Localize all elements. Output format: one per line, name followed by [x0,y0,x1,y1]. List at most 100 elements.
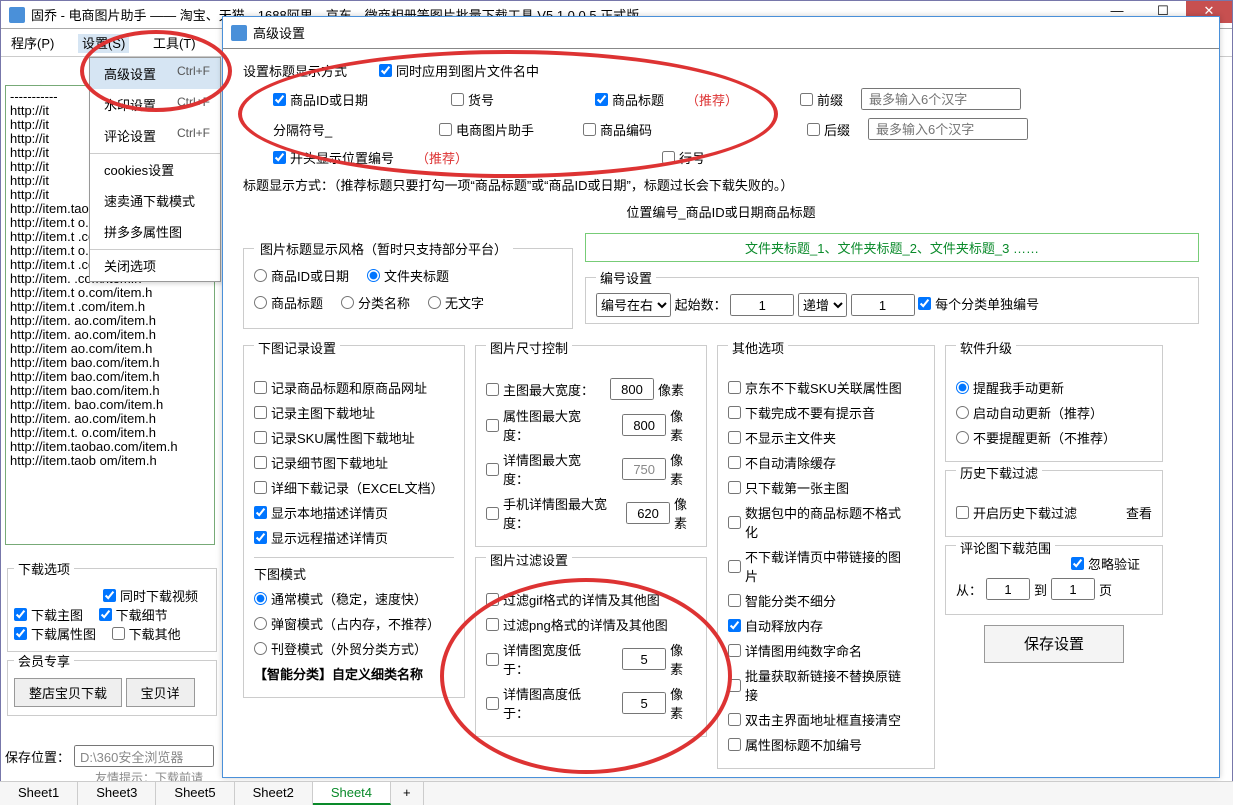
in-f4[interactable] [622,692,666,714]
cb-main-img[interactable]: 下载主图 [14,605,83,624]
in-s1[interactable] [610,378,654,400]
cb-rec3[interactable]: 记录SKU属性图下载地址 [254,428,415,447]
cb-rec5[interactable]: 详细下载记录（EXCEL文档） [254,478,442,497]
save-label: 保存位置： [5,747,70,766]
cb-f2[interactable]: 过滤png格式的详情及其他图 [486,615,668,634]
cb-prefix[interactable]: 前缀 [800,90,843,109]
cb-o13[interactable]: 属性图标题不加编号 [728,735,862,754]
suffix-input[interactable] [868,118,1028,140]
cb-rec4[interactable]: 记录细节图下载地址 [254,453,388,472]
cb-helper[interactable]: 电商图片助手 [439,120,565,139]
rb-mode1[interactable]: 通常模式（稳定，速度快） [254,589,427,608]
cb-o1[interactable]: 京东不下载SKU关联属性图 [728,378,902,397]
save-path-input[interactable] [74,745,214,767]
comment-from[interactable] [986,578,1030,600]
filter-legend: 图片过滤设置 [486,550,572,569]
cb-f1[interactable]: 过滤gif格式的详情及其他图 [486,590,660,609]
comment-to[interactable] [1051,578,1095,600]
cb-o12[interactable]: 双击主界面地址框直接清空 [728,710,901,729]
mi-comments[interactable]: 评论设置Ctrl+F [90,120,220,151]
cb-s1[interactable]: 主图最大宽度： [486,380,594,399]
member-section: 会员专享 整店宝贝下载 宝贝详 [7,651,217,716]
cb-o11[interactable]: 批量获取新链接不替换原链接 [728,666,912,704]
cb-o3[interactable]: 不显示主文件夹 [728,428,836,447]
in-s2[interactable] [622,414,666,436]
cb-s2[interactable]: 属性图最大宽度： [486,406,606,444]
cb-sku[interactable]: 货号 [451,90,577,109]
member-legend: 会员专享 [14,651,74,670]
tab-sheet5[interactable]: Sheet5 [156,782,234,805]
mi-multi[interactable]: 拼多多属性图 [90,216,220,247]
cb-line-no[interactable]: 行号 [662,148,705,167]
cb-o10[interactable]: 详情图用纯数字命名 [728,641,862,660]
cb-rec7[interactable]: 显示远程描述详情页 [254,528,388,547]
dlg-icon [231,25,247,41]
number-mode-select[interactable]: 递增 [798,293,847,317]
cb-rec2[interactable]: 记录主图下载地址 [254,403,375,422]
rb-u1[interactable]: 提醒我手动更新 [956,378,1064,397]
in-f3[interactable] [622,648,666,670]
tab-sheet1[interactable]: Sheet1 [0,782,78,805]
cb-product-id[interactable]: 商品ID或日期 [273,90,433,109]
btn-whole-shop[interactable]: 整店宝贝下载 [14,678,122,707]
cb-s4[interactable]: 手机详情图最大宽度： [486,494,610,532]
btn-item-detail[interactable]: 宝贝详 [126,678,195,707]
cb-o6[interactable]: 数据包中的商品标题不格式化 [728,503,912,541]
number-pos-select[interactable]: 编号在右 [596,293,671,317]
start-input[interactable] [730,294,794,316]
tab-sheet3[interactable]: Sheet3 [78,782,156,805]
rb-style-2[interactable]: 文件夹标题 [367,266,449,285]
cb-o2[interactable]: 下载完成不要有提示音 [728,403,875,422]
cb-detail[interactable]: 下载细节 [99,605,168,624]
rb-mode2[interactable]: 弹窗模式（占内存，不推荐） [254,614,440,633]
in-s4[interactable] [626,502,670,524]
cb-rec1[interactable]: 记录商品标题和原商品网址 [254,378,427,397]
menu-program[interactable]: 程序(P) [11,36,54,51]
mi-cookies[interactable]: cookies设置 [90,153,220,185]
rb-u2[interactable]: 启动自动更新（推荐） [956,403,1103,422]
mi-close[interactable]: 关闭选项 [90,249,220,281]
tab-sheet2[interactable]: Sheet2 [235,782,313,805]
menu-tools[interactable]: 工具(T) [153,36,196,51]
cb-apply-filename[interactable]: 同时应用到图片文件名中 [379,61,539,80]
cb-o7[interactable]: 不下载详情页中带链接的图片 [728,547,912,585]
rb-mode3[interactable]: 刊登模式（外贸分类方式） [254,639,427,658]
rb-style-4[interactable]: 分类名称 [341,293,410,312]
tab-add[interactable]: + [391,782,424,805]
cb-o8[interactable]: 智能分类不细分 [728,591,836,610]
settings-dropdown: 高级设置Ctrl+F 水印设置Ctrl+F 评论设置Ctrl+F cookies… [89,57,221,282]
cb-pos-no[interactable]: 开头显示位置编号 [273,148,394,167]
step-input[interactable] [851,294,915,316]
cb-other[interactable]: 下载其他 [112,624,181,643]
cb-o4[interactable]: 不自动清除缓存 [728,453,836,472]
history-view[interactable]: 查看 [1126,503,1152,522]
rb-style-1[interactable]: 商品ID或日期 [254,266,349,285]
other-legend: 其他选项 [728,338,788,357]
cb-history[interactable]: 开启历史下载过滤 [956,503,1077,522]
save-settings-button[interactable]: 保存设置 [984,625,1124,663]
cb-suffix[interactable]: 后缀 [807,120,850,139]
in-s3[interactable] [622,458,666,480]
mi-smt[interactable]: 速卖通下载模式 [90,185,220,216]
cb-each-cat[interactable]: 每个分类单独编号 [918,294,1039,313]
prefix-input[interactable] [861,88,1021,110]
tab-sheet4[interactable]: Sheet4 [313,782,391,805]
cb-product-title[interactable]: 商品标题 [595,90,664,109]
mi-watermark[interactable]: 水印设置Ctrl+F [90,89,220,120]
cb-ignore-verify[interactable]: 忽略验证 [1071,554,1140,573]
cb-simultaneous[interactable]: 同时下载视频 [103,586,198,605]
cb-code[interactable]: 商品编码 [583,120,733,139]
mi-adv-settings[interactable]: 高级设置Ctrl+F [90,58,220,89]
cb-f4[interactable]: 详情图高度低于： [486,684,606,722]
rb-style-3[interactable]: 商品标题 [254,293,323,312]
cb-s3[interactable]: 详情图最大宽度： [486,450,606,488]
menu-settings[interactable]: 设置(S) [78,34,129,53]
cb-attr-img[interactable]: 下载属性图 [14,624,96,643]
rb-u3[interactable]: 不要提醒更新（不推荐） [956,428,1116,447]
rb-style-5[interactable]: 无文字 [428,293,484,312]
cb-o5[interactable]: 只下载第一张主图 [728,478,849,497]
cb-rec6[interactable]: 显示本地描述详情页 [254,503,388,522]
cb-f3[interactable]: 详情图宽度低于： [486,640,606,678]
cb-o9[interactable]: 自动释放内存 [728,616,823,635]
img-title-style-legend: 图片标题显示风格（暂时只支持部分平台） [254,239,513,258]
